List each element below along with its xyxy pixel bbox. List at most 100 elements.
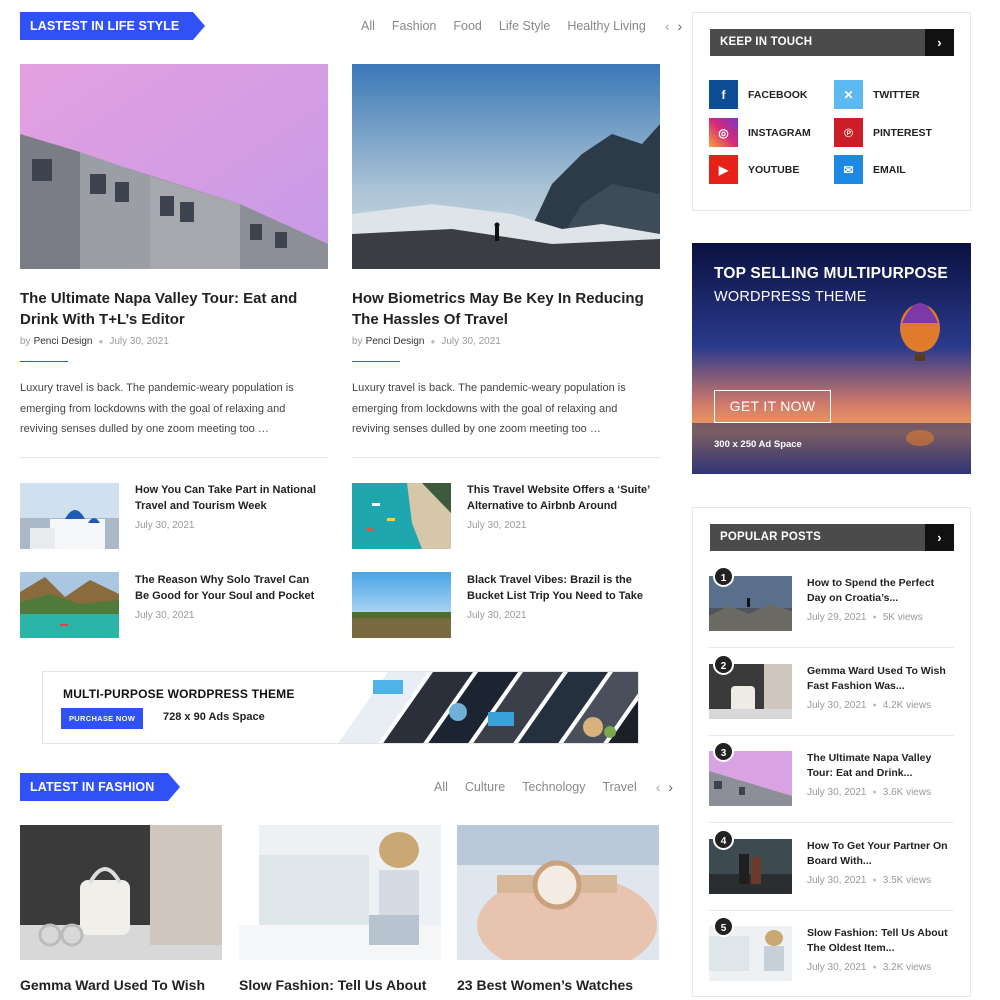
filter-technology[interactable]: Technology	[522, 780, 585, 794]
social-facebook[interactable]: f FACEBOOK	[709, 80, 808, 109]
social-label: INSTAGRAM	[748, 126, 811, 139]
x-icon: ✕	[834, 80, 863, 109]
chevron-right-icon[interactable]: ›	[925, 29, 954, 56]
small-post-title[interactable]: This Travel Website Offers a ‘Suite’ Alt…	[467, 482, 657, 514]
social-pinterest[interactable]: ℗ PINTEREST	[834, 118, 932, 147]
ad-size-label: 300 x 250 Ad Space	[714, 439, 802, 450]
prev-arrow-icon[interactable]: ‹	[665, 18, 670, 34]
divider	[20, 457, 328, 458]
meta-underline	[352, 361, 400, 362]
sidebar-ad-300x250[interactable]: TOP SELLING MULTIPURPOSE WORDPRESS THEME…	[692, 243, 971, 474]
popular-post-views: 3.2K views	[882, 962, 932, 973]
get-it-now-button[interactable]: GET IT NOW	[714, 390, 831, 423]
fashion-filter-tabs: All Culture Technology Travel ‹ ›	[434, 773, 673, 801]
facebook-icon: f	[709, 80, 738, 109]
meta-by: by	[352, 336, 363, 347]
filter-all[interactable]: All	[361, 19, 375, 33]
filter-fashion[interactable]: Fashion	[392, 19, 436, 33]
banner-ad-728x90[interactable]: MULTI-PURPOSE WORDPRESS THEME PURCHASE N…	[42, 671, 639, 744]
divider	[709, 822, 954, 823]
thumb-lake-mountains[interactable]	[20, 572, 119, 638]
chevron-right-icon[interactable]: ›	[925, 524, 954, 551]
post-image-watch[interactable]	[457, 825, 659, 960]
popular-post-date: July 30, 2021	[807, 962, 867, 973]
filter-food[interactable]: Food	[453, 19, 482, 33]
lifestyle-heading: LASTEST IN LIFE STYLE	[20, 12, 206, 40]
thumb-beach-aerial[interactable]	[352, 483, 451, 549]
pinterest-icon: ℗	[834, 118, 863, 147]
popular-post-views: 4.2K views	[882, 700, 932, 711]
lifestyle-filter-tabs: All Fashion Food Life Style Healthy Livi…	[361, 12, 682, 40]
meta-dot-icon: ●	[872, 789, 877, 796]
youtube-icon: ▶	[709, 155, 738, 184]
meta-underline	[20, 361, 68, 362]
banner-title: MULTI-PURPOSE WORDPRESS THEME	[63, 687, 295, 701]
meta-author[interactable]: Penci Design	[366, 336, 425, 347]
fashion-post-title[interactable]: 23 Best Women’s Watches 2019 – Top Fashi…	[457, 975, 659, 1000]
small-post-title[interactable]: How You Can Take Part in National Travel…	[135, 482, 325, 514]
social-twitter[interactable]: ✕ TWITTER	[834, 80, 920, 109]
ad-line2: WORDPRESS THEME	[714, 289, 867, 305]
popular-post-title[interactable]: The Ultimate Napa Valley Tour: Eat and D…	[807, 751, 952, 781]
filter-life-style[interactable]: Life Style	[499, 19, 550, 33]
small-post-date: July 30, 2021	[135, 610, 195, 621]
keep-in-touch-heading: KEEP IN TOUCH ›	[710, 29, 954, 56]
popular-post-date: July 29, 2021	[807, 612, 867, 623]
email-icon: ✉	[834, 155, 863, 184]
small-post-title[interactable]: The Reason Why Solo Travel Can Be Good f…	[135, 572, 325, 604]
popular-post-title[interactable]: How to Spend the Perfect Day on Croatia’…	[807, 576, 952, 606]
popular-post-meta: July 29, 2021 ● 5K views	[807, 612, 923, 623]
popular-post-views: 3.6K views	[882, 787, 932, 798]
small-post-title[interactable]: Black Travel Vibes: Brazil is the Bucket…	[467, 572, 657, 604]
filter-all[interactable]: All	[434, 780, 448, 794]
meta-dot-icon: ●	[872, 877, 877, 884]
banner-collage-image	[328, 672, 638, 743]
post-meta-napa: by Penci Design ● July 30, 2021	[20, 336, 169, 347]
popular-post-meta: July 30, 2021 ● 3.6K views	[807, 787, 931, 798]
meta-author[interactable]: Penci Design	[34, 336, 93, 347]
divider	[709, 647, 954, 648]
filter-travel[interactable]: Travel	[602, 780, 636, 794]
lifestyle-pager: ‹ ›	[665, 18, 682, 34]
popular-post-title[interactable]: Slow Fashion: Tell Us About The Oldest I…	[807, 926, 952, 956]
instagram-icon: ◎	[709, 118, 738, 147]
filter-healthy-living[interactable]: Healthy Living	[567, 19, 646, 33]
popular-post-title[interactable]: Gemma Ward Used To Wish Fast Fashion Was…	[807, 664, 952, 694]
thumb-santorini[interactable]	[20, 483, 119, 549]
popular-post-title[interactable]: How To Get Your Partner On Board With...	[807, 839, 952, 869]
fashion-section-header: LATEST IN FASHION	[20, 773, 181, 801]
popular-post-date: July 30, 2021	[807, 787, 867, 798]
filter-culture[interactable]: Culture	[465, 780, 505, 794]
fashion-post-title[interactable]: Slow Fashion: Tell Us About The Oldest I…	[239, 975, 441, 1000]
banner-size-label: 728 x 90 Ads Space	[163, 711, 265, 723]
post-meta-biometrics: by Penci Design ● July 30, 2021	[352, 336, 501, 347]
post-image-napa[interactable]	[20, 64, 328, 269]
fashion-post-title[interactable]: Gemma Ward Used To Wish Fast Fashion Was…	[20, 975, 222, 1000]
fashion-pager: ‹ ›	[656, 779, 673, 795]
post-excerpt-napa: Luxury travel is back. The pandemic-wear…	[20, 382, 294, 435]
divider	[352, 457, 660, 458]
meta-dot-icon: ●	[872, 614, 877, 621]
post-title-biometrics[interactable]: How Biometrics May Be Key In Reducing Th…	[352, 288, 660, 330]
small-post-date: July 30, 2021	[467, 520, 527, 531]
post-image-bag[interactable]	[20, 825, 222, 960]
social-email[interactable]: ✉ EMAIL	[834, 155, 906, 184]
small-post-date: July 30, 2021	[135, 520, 195, 531]
post-image-hat[interactable]	[239, 825, 441, 960]
social-instagram[interactable]: ◎ INSTAGRAM	[709, 118, 811, 147]
thumb-brazil[interactable]	[352, 572, 451, 638]
rank-badge: 1	[713, 566, 734, 587]
popular-post-meta: July 30, 2021 ● 3.5K views	[807, 875, 931, 886]
next-arrow-icon[interactable]: ›	[678, 18, 683, 34]
purchase-now-button[interactable]: PURCHASE NOW	[61, 708, 144, 729]
social-label: FACEBOOK	[748, 88, 808, 101]
rank-badge: 2	[713, 654, 734, 675]
prev-arrow-icon[interactable]: ‹	[656, 779, 661, 795]
popular-post-date: July 30, 2021	[807, 875, 867, 886]
meta-dot-icon: ●	[430, 337, 436, 346]
widget-title: POPULAR POSTS	[720, 531, 822, 543]
post-image-biometrics[interactable]	[352, 64, 660, 269]
next-arrow-icon[interactable]: ›	[668, 779, 673, 795]
post-title-napa[interactable]: The Ultimate Napa Valley Tour: Eat and D…	[20, 288, 328, 330]
social-youtube[interactable]: ▶ YOUTUBE	[709, 155, 799, 184]
